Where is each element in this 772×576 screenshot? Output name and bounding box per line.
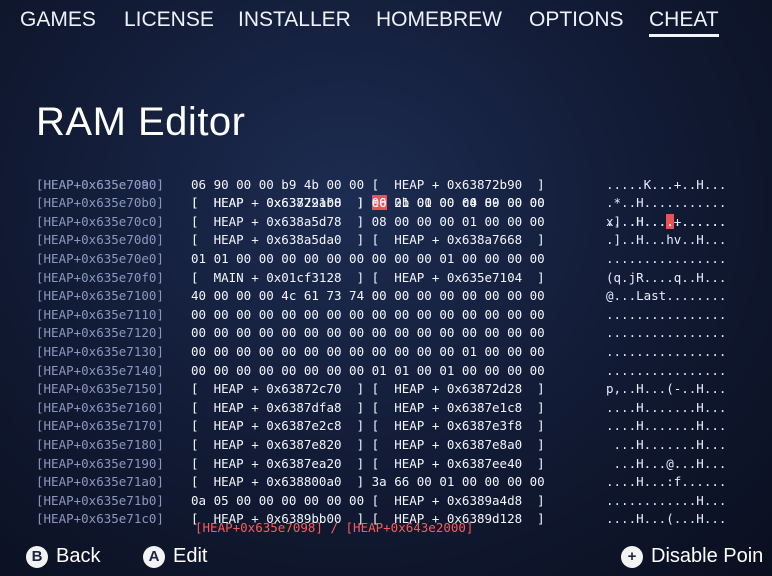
row-address: [HEAP+0x635e70a0] <box>36 176 164 192</box>
a-button-icon: A <box>143 545 165 568</box>
row-ascii: .*..H........... <box>606 195 727 211</box>
memory-row: [HEAP+0x635e7150] [ HEAP + 0x63872c70 ] [… <box>36 380 726 399</box>
row-hex[interactable]: [ HEAP + 0x63872c70 ] [ HEAP + 0x63872d2… <box>191 380 611 399</box>
disable-label: Disable Poin <box>651 545 764 567</box>
memory-row: [HEAP+0x635e7170] [ HEAP + 0x6387e2c8 ] [… <box>36 417 726 436</box>
address-range-indicator: [HEAP+0x635e7098] / [HEAP+0x643e2000] <box>195 520 474 535</box>
row-address: [HEAP+0x635e70b0] <box>36 195 164 211</box>
memory-row: [HEAP+0x635e7140] 00 00 00 00 00 00 00 00… <box>36 362 726 381</box>
memory-row: [HEAP+0x635e70d0] [ HEAP + 0x638a5da0 ] [… <box>36 231 726 250</box>
row-address: [HEAP+0x635e7130] <box>36 343 164 359</box>
row-ascii: ....H.......H... <box>606 399 727 415</box>
memory-row: [HEAP+0x635e7090] [ HEAP + 0x63729108 ] … <box>36 157 726 229</box>
row-address: [HEAP+0x635e7150] <box>36 381 164 397</box>
row-address: [HEAP+0x635e7140] <box>36 362 164 378</box>
memory-row: [HEAP+0x635e71a0] [ HEAP + 0x638800a0 ] 3… <box>36 473 726 492</box>
memory-row: [HEAP+0x635e70c0] [ HEAP + 0x638a5d78 ] 0… <box>36 213 726 232</box>
row-hex[interactable]: 00 00 00 00 00 00 00 00 00 00 00 00 01 0… <box>191 343 611 362</box>
back-button[interactable]: B Back <box>26 545 100 568</box>
row-ascii: ................ <box>606 362 727 378</box>
row-address: [HEAP+0x635e70e0] <box>36 250 164 266</box>
row-hex[interactable]: [ HEAP + 0x6387dfa8 ] [ HEAP + 0x6387e1c… <box>191 399 611 418</box>
edit-label: Edit <box>173 545 208 567</box>
tab-cheat[interactable]: CHEAT <box>649 8 719 37</box>
memory-row: [HEAP+0x635e70a0] 06 90 00 00 b9 4b 00 00… <box>36 176 726 195</box>
disable-pointer-button[interactable]: + Disable Poin <box>621 545 763 568</box>
memory-row: [HEAP+0x635e70f0] [ MAIN + 0x01cf3128 ] [… <box>36 269 726 288</box>
row-hex[interactable]: [ HEAP + 0x6387ea20 ] [ HEAP + 0x6387ee4… <box>191 455 611 474</box>
memory-row: [HEAP+0x635e71b0] 0a 05 00 00 00 00 00 00… <box>36 492 726 511</box>
row-address: [HEAP+0x635e70d0] <box>36 232 164 248</box>
tab-homebrew[interactable]: HOMEBREW <box>376 8 502 32</box>
row-address: [HEAP+0x635e70f0] <box>36 269 164 285</box>
row-hex[interactable]: [ HEAP + 0x638800a0 ] 3a 66 00 01 00 00 … <box>191 473 611 492</box>
row-hex[interactable]: 00 00 00 00 00 00 00 00 01 01 00 01 00 0… <box>191 362 611 381</box>
row-hex[interactable]: 00 00 00 00 00 00 00 00 00 00 00 00 00 0… <box>191 306 611 325</box>
row-hex[interactable]: [ HEAP + 0x6387e820 ] [ HEAP + 0x6387e8a… <box>191 436 611 455</box>
b-button-icon: B <box>26 545 48 568</box>
back-label: Back <box>56 545 101 567</box>
row-address: [HEAP+0x635e7180] <box>36 436 164 452</box>
memory-row: [HEAP+0x635e71c0][ HEAP + 0x6389bb00 ] [… <box>36 510 726 529</box>
memory-row: [HEAP+0x635e7110] 00 00 00 00 00 00 00 00… <box>36 306 726 325</box>
tab-installer[interactable]: INSTALLER <box>238 8 351 32</box>
row-address: [HEAP+0x635e7190] <box>36 455 164 471</box>
row-address: [HEAP+0x635e71a0] <box>36 474 164 490</box>
tab-games[interactable]: GAMES <box>20 8 96 32</box>
plus-button-icon: + <box>621 545 643 568</box>
memory-row: [HEAP+0x635e7100] 40 00 00 00 4c 61 73 74… <box>36 287 726 306</box>
row-ascii: ................ <box>606 343 727 359</box>
tab-options[interactable]: OPTIONS <box>529 8 624 32</box>
row-hex[interactable]: 01 01 00 00 00 00 00 00 00 00 00 01 00 0… <box>191 250 611 269</box>
row-address: [HEAP+0x635e7100] <box>36 288 164 304</box>
memory-row: [HEAP+0x635e7180] [ HEAP + 0x6387e820 ] [… <box>36 436 726 455</box>
row-hex[interactable]: 00 00 00 00 00 00 00 00 00 00 00 00 00 0… <box>191 324 611 343</box>
row-address: [HEAP+0x635e71b0] <box>36 492 164 508</box>
row-ascii: x]..H........... <box>606 213 727 229</box>
row-hex[interactable]: [ HEAP + 0x6387e2c8 ] [ HEAP + 0x6387e3f… <box>191 417 611 436</box>
row-address: [HEAP+0x635e70c0] <box>36 213 164 229</box>
row-ascii: ...H.......H... <box>606 436 727 452</box>
row-ascii: ....H...(...H... <box>606 511 727 527</box>
row-hex[interactable]: [ MAIN + 0x01cf3128 ] [ HEAP + 0x635e710… <box>191 269 611 288</box>
row-hex[interactable]: 06 90 00 00 b9 4b 00 00 [ HEAP + 0x63872… <box>191 176 611 195</box>
tab-license[interactable]: LICENSE <box>124 8 214 32</box>
row-hex[interactable]: 0a 05 00 00 00 00 00 00 [ HEAP + 0x6389a… <box>191 492 611 511</box>
row-hex[interactable]: 40 00 00 00 4c 61 73 74 00 00 00 00 00 0… <box>191 287 611 306</box>
row-ascii: ................ <box>606 306 727 322</box>
row-ascii: ...H...@...H... <box>606 455 727 471</box>
memory-row: [HEAP+0x635e7190] [ HEAP + 0x6387ea20 ] [… <box>36 455 726 474</box>
row-ascii: ....H.......H... <box>606 418 727 434</box>
row-address: [HEAP+0x635e7160] <box>36 399 164 415</box>
row-ascii: ................ <box>606 325 727 341</box>
row-address: [HEAP+0x635e7110] <box>36 306 164 322</box>
row-address: [HEAP+0x635e7120] <box>36 325 164 341</box>
memory-row: [HEAP+0x635e7160] [ HEAP + 0x6387dfa8 ] [… <box>36 399 726 418</box>
row-ascii: .....K...+..H... <box>606 176 727 192</box>
row-ascii: ............H... <box>606 492 727 508</box>
row-address: [HEAP+0x635e71c0] <box>36 511 164 527</box>
memory-row: [HEAP+0x635e7130] 00 00 00 00 00 00 00 00… <box>36 343 726 362</box>
edit-button[interactable]: A Edit <box>143 545 207 568</box>
row-hex[interactable]: [ HEAP + 0x638a5da0 ] [ HEAP + 0x638a766… <box>191 231 611 250</box>
tab-bar: GAMES LICENSE INSTALLER HOMEBREW OPTIONS… <box>0 8 772 42</box>
row-ascii: ................ <box>606 250 727 266</box>
row-hex[interactable]: [ HEAP + 0x638a5d78 ] 08 00 00 00 01 00 … <box>191 213 611 232</box>
row-hex[interactable]: [ HEAP + 0x63872ab0 ] 00 01 01 00 00 00 … <box>191 194 611 213</box>
memory-grid: [HEAP+0x635e7090] [ HEAP + 0x63729108 ] … <box>36 157 726 529</box>
memory-row: [HEAP+0x635e70b0] [ HEAP + 0x63872ab0 ] 0… <box>36 194 726 213</box>
row-ascii: .]..H...hv..H... <box>606 232 727 248</box>
memory-row: [HEAP+0x635e7120] 00 00 00 00 00 00 00 00… <box>36 324 726 343</box>
row-ascii: ....H...:f...... <box>606 474 727 490</box>
memory-row: [HEAP+0x635e70e0] 01 01 00 00 00 00 00 00… <box>36 250 726 269</box>
row-address: [HEAP+0x635e7170] <box>36 418 164 434</box>
page-title: RAM Editor <box>36 100 246 144</box>
row-ascii: p,..H...(-..H... <box>606 381 727 397</box>
row-ascii: (q.jR....q..H... <box>606 269 727 285</box>
row-ascii: @...Last........ <box>606 288 727 304</box>
